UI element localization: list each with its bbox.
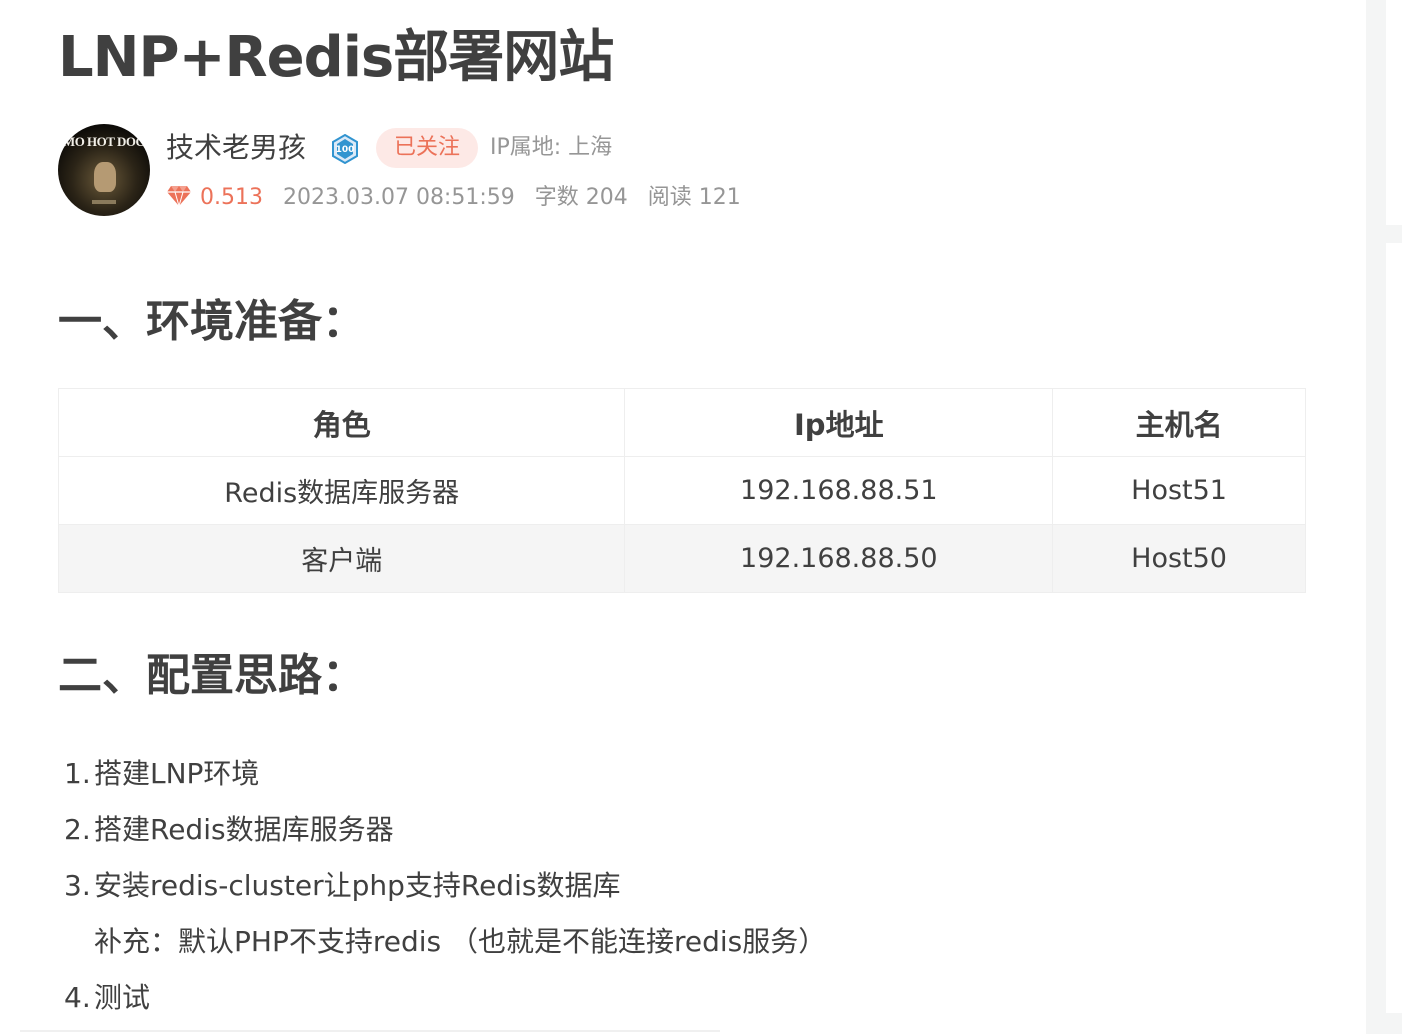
page: LNP+Redis部署网站 MO HOT DOG 技术老男孩 100 已关注 I… [0,0,1402,1034]
author-info: MO HOT DOG 技术老男孩 100 已关注 IP属地: 上海 0.513 … [58,124,858,218]
bottom-divider [20,1030,720,1032]
diamond-icon [167,186,191,207]
list-item-note: 补充：默认PHP不支持redis （也就是不能连接redis服务） [94,914,826,970]
table-cell-role: 客户端 [57,524,626,593]
list-item: 4. 测试 [64,970,150,1026]
follow-button[interactable]: 已关注 [376,128,479,168]
table-header-hostname: 主机名 [1052,388,1306,457]
author-name[interactable]: 技术老男孩 [166,128,306,168]
right-sidebar-card [1386,243,1402,1013]
table-row: Redis数据库服务器 192.168.88.51 Host51 [57,456,1306,525]
list-item-text: 搭建LNP环境 [94,757,260,790]
section-heading-config: 二、配置思路： [58,650,366,701]
avatar-decoration [92,200,116,204]
list-item: 2. 搭建Redis数据库服务器 [64,802,394,858]
list-item: 3. 安装redis-cluster让php支持Redis数据库 [64,858,620,914]
table-header-role: 角色 [57,388,626,457]
ip-location: IP属地: 上海 [490,135,613,160]
read-count: 阅读 121 [647,185,741,210]
table-header-ip: Ip地址 [624,388,1054,457]
avatar[interactable]: MO HOT DOG [58,124,150,216]
diamond-value: 0.513 [200,185,263,210]
list-item-text: 测试 [94,981,151,1014]
table-cell-ip: 192.168.88.50 [624,524,1054,593]
right-sidebar-card [1386,0,1402,225]
table-cell-hostname: Host51 [1052,456,1306,525]
table-cell-role: Redis数据库服务器 [57,456,626,525]
table-cell-hostname: Host50 [1052,524,1306,593]
publish-datetime: 2023.03.07 08:51:59 [282,185,515,210]
list-item-text: 安装redis-cluster让php支持Redis数据库 [94,869,621,902]
list-item-number: 2. [64,813,91,846]
word-count: 字数 204 [534,185,628,210]
article-title: LNP+Redis部署网站 [58,25,614,90]
list-item-number: 4. [64,981,91,1014]
level-badge-icon: 100 [332,134,358,164]
list-item-number: 3. [64,869,91,902]
environment-table: 角色 Ip地址 主机名 Redis数据库服务器 192.168.88.51 Ho… [57,388,1306,593]
article-meta: 0.513 2023.03.07 08:51:59 字数 204 阅读 121 [166,180,761,216]
level-badge-text: 100 [336,145,355,155]
table-row: 客户端 192.168.88.50 Host50 [57,524,1306,593]
list-item-number: 1. [64,757,91,790]
list-item-text: 搭建Redis数据库服务器 [94,813,394,846]
list-item: 1. 搭建LNP环境 [64,746,259,802]
avatar-logo-text: MO HOT DOG [62,134,146,149]
table-header-row: 角色 Ip地址 主机名 [57,388,1306,457]
list-item-text: 补充：默认PHP不支持redis （也就是不能连接redis服务） [94,925,827,958]
table-cell-ip: 192.168.88.51 [624,456,1054,525]
avatar-figure [94,162,116,192]
section-heading-environment: 一、环境准备： [58,296,366,347]
